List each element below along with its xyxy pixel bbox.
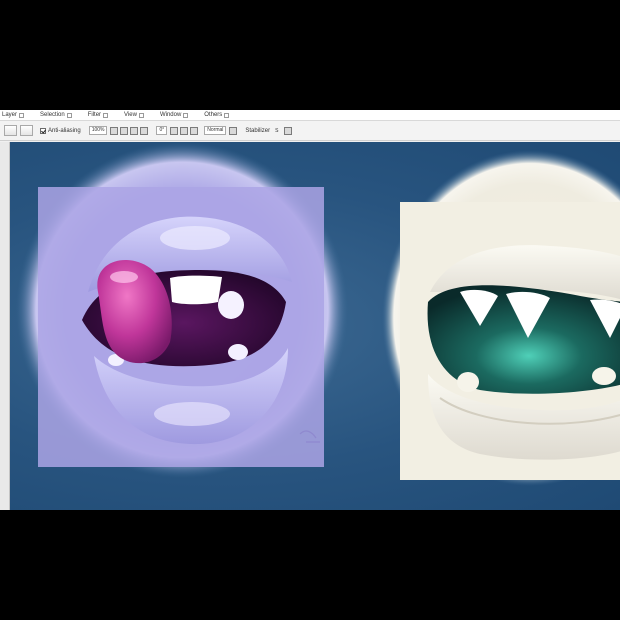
tool-options-bar: Anti-aliasing 100% 0° Normal Stabilizer … bbox=[0, 121, 620, 141]
stabilizer-value[interactable]: S bbox=[275, 128, 278, 134]
rotate-right-icon[interactable] bbox=[180, 126, 189, 135]
menu-layer-shortcut-icon bbox=[19, 112, 25, 118]
tool-button-1[interactable] bbox=[4, 125, 17, 136]
menu-view[interactable]: View bbox=[124, 112, 144, 118]
menu-window-shortcut-icon bbox=[183, 112, 189, 118]
rotate-reset-icon[interactable] bbox=[190, 126, 199, 135]
tongue-highlight bbox=[110, 271, 138, 283]
blend-mode-select[interactable]: Normal bbox=[204, 126, 227, 135]
antialias-label: Anti-aliasing bbox=[48, 127, 81, 134]
menu-others[interactable]: Others bbox=[204, 112, 230, 118]
menu-view-shortcut-icon bbox=[138, 112, 144, 118]
stabilizer-toggle-icon[interactable] bbox=[284, 126, 293, 135]
angle-field[interactable]: 0° bbox=[156, 126, 168, 135]
lower-lip-highlight bbox=[154, 402, 230, 426]
menu-view-label: View bbox=[124, 112, 137, 118]
pale-lips-artwork bbox=[382, 150, 620, 486]
stabilizer-label: Stabilizer bbox=[245, 127, 271, 134]
zoom-reset-icon[interactable] bbox=[130, 126, 139, 135]
upper-teeth bbox=[170, 275, 222, 305]
antialias-checkbox[interactable]: Anti-aliasing bbox=[40, 127, 81, 134]
menu-others-shortcut-icon bbox=[224, 112, 230, 118]
zoom-fit-icon[interactable] bbox=[140, 126, 149, 135]
menu-filter[interactable]: Filter bbox=[87, 112, 109, 118]
menu-layer-label: Layer bbox=[2, 112, 18, 118]
flip-icon[interactable] bbox=[229, 126, 238, 135]
fang-right bbox=[218, 291, 244, 319]
lower-tooth-right-pale bbox=[592, 367, 616, 385]
lower-tooth-right bbox=[228, 344, 248, 360]
checkbox-icon bbox=[40, 127, 46, 134]
tool-sidebar bbox=[0, 142, 10, 510]
menu-layer[interactable]: Layer bbox=[2, 112, 25, 118]
drawing-canvas[interactable] bbox=[10, 142, 620, 510]
menu-bar: Layer Selection Filter View Window Other… bbox=[0, 110, 620, 121]
menu-selection[interactable]: Selection bbox=[40, 112, 72, 118]
menu-filter-label: Filter bbox=[87, 112, 102, 118]
zoom-field[interactable]: 100% bbox=[88, 126, 108, 135]
zoom-out-icon[interactable] bbox=[110, 126, 119, 135]
rotate-left-icon[interactable] bbox=[170, 126, 179, 135]
menu-others-label: Others bbox=[204, 112, 223, 118]
menu-window[interactable]: Window bbox=[159, 112, 189, 118]
menu-filter-shortcut-icon bbox=[103, 112, 109, 118]
menu-selection-label: Selection bbox=[40, 112, 65, 118]
purple-lips-artwork bbox=[16, 142, 348, 478]
tool-button-2[interactable] bbox=[20, 125, 33, 136]
zoom-in-icon[interactable] bbox=[120, 126, 129, 135]
canvas-artwork bbox=[16, 142, 620, 486]
upper-lip-highlight bbox=[160, 226, 230, 250]
menu-selection-shortcut-icon bbox=[66, 112, 72, 118]
lower-tooth-left-pale bbox=[457, 372, 479, 392]
paint-app-window: Layer Selection Filter View Window Other… bbox=[0, 110, 620, 510]
menu-window-label: Window bbox=[159, 112, 182, 118]
